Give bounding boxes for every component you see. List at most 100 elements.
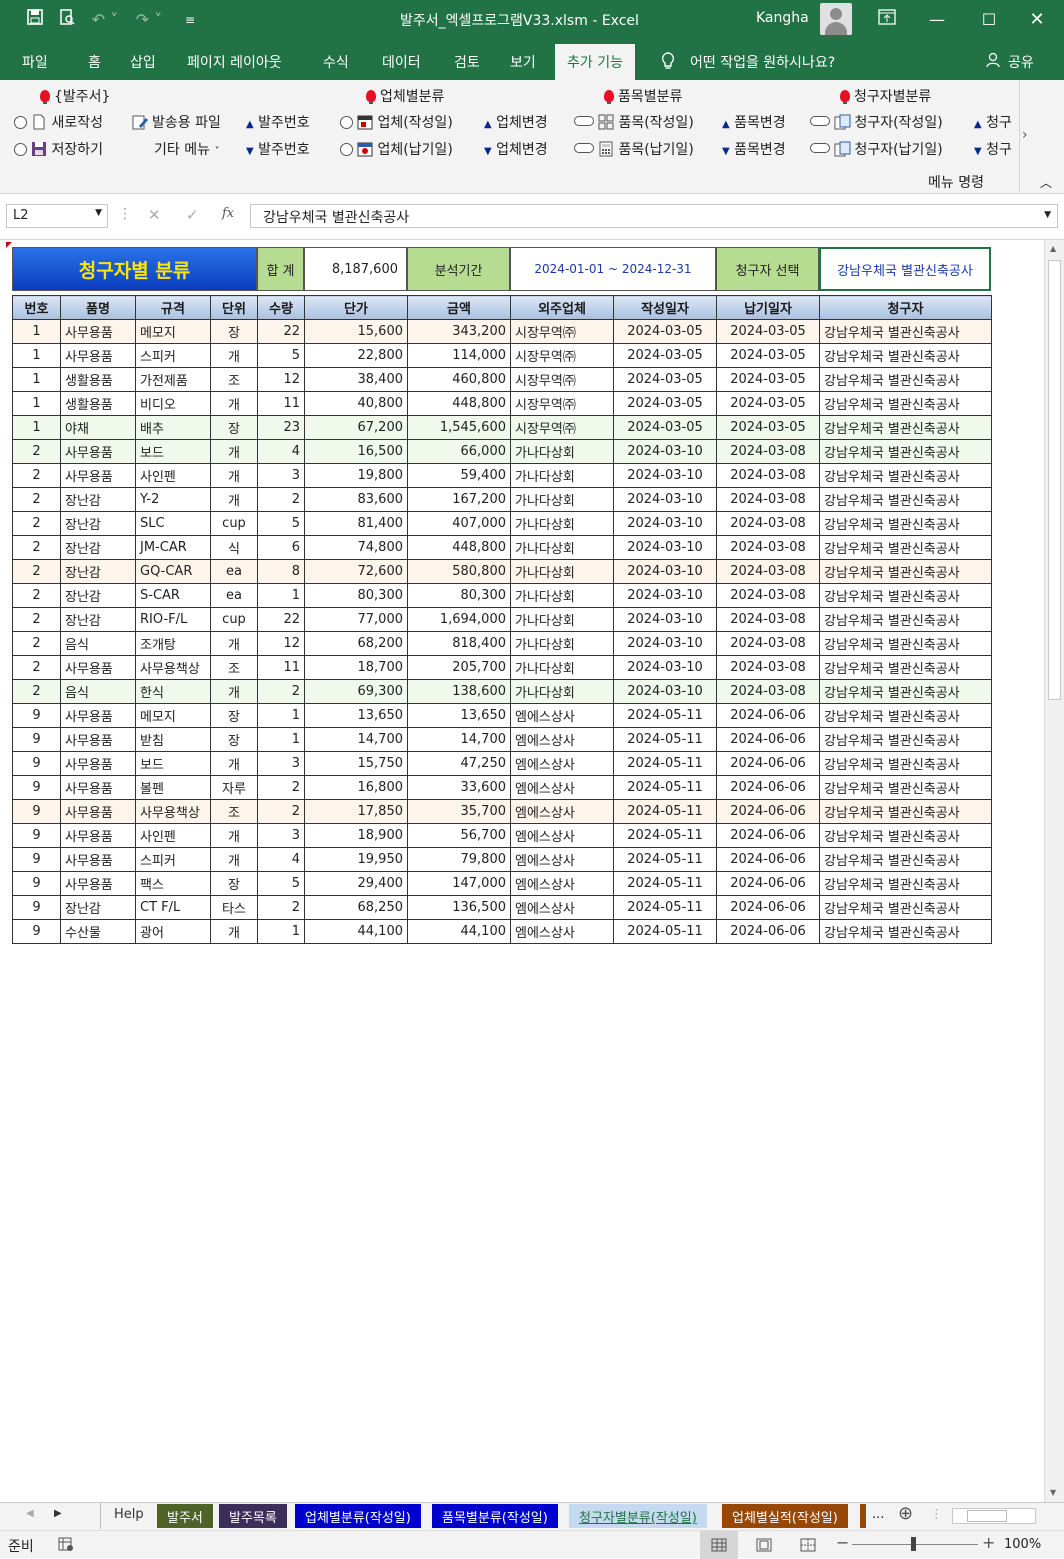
table-cell[interactable]: 가나다상회 bbox=[510, 463, 614, 488]
table-cell[interactable]: 2 bbox=[12, 535, 61, 560]
table-cell[interactable]: 80,300 bbox=[304, 583, 408, 608]
redo-icon[interactable]: ↷ ˅ bbox=[134, 8, 164, 32]
table-cell[interactable]: 1 bbox=[257, 727, 305, 752]
table-cell[interactable]: 2024-05-11 bbox=[613, 871, 717, 896]
table-cell[interactable]: 407,000 bbox=[407, 511, 511, 536]
table-cell[interactable]: 사무용품 bbox=[60, 703, 136, 728]
sheet-tab-help[interactable]: Help bbox=[104, 1504, 154, 1528]
table-cell[interactable]: 35,700 bbox=[407, 799, 511, 824]
table-cell[interactable]: 1 bbox=[12, 415, 61, 440]
table-cell[interactable]: 15,600 bbox=[304, 319, 408, 344]
table-cell[interactable]: 9 bbox=[12, 895, 61, 920]
table-cell[interactable]: 강남우체국 별관신축공사 bbox=[819, 775, 992, 800]
zoom-slider-thumb[interactable] bbox=[911, 1537, 916, 1551]
table-cell[interactable]: 강남우체국 별관신축공사 bbox=[819, 559, 992, 584]
table-cell[interactable]: 12 bbox=[257, 631, 305, 656]
table-cell[interactable]: 강남우체국 별관신축공사 bbox=[819, 895, 992, 920]
table-cell[interactable]: 2 bbox=[12, 463, 61, 488]
print-preview-icon[interactable] bbox=[56, 8, 78, 32]
table-cell[interactable]: 2 bbox=[12, 655, 61, 680]
item-by-created-button[interactable]: 품목(작성일) bbox=[574, 114, 694, 132]
table-cell[interactable]: 메모지 bbox=[135, 319, 211, 344]
tab-home[interactable]: 홈 bbox=[88, 52, 101, 72]
table-cell[interactable]: 11 bbox=[257, 655, 305, 680]
table-cell[interactable]: 배추 bbox=[135, 415, 211, 440]
worksheet[interactable]: 청구자별 분류 합 계 8,187,600 분석기간 2024-01-01 ~ … bbox=[0, 240, 1044, 1502]
table-cell[interactable]: 2 bbox=[12, 559, 61, 584]
table-cell[interactable]: S-CAR bbox=[135, 583, 211, 608]
formula-input[interactable]: 강남우체국 별관신축공사 ▼ bbox=[250, 204, 1058, 228]
scroll-down-icon[interactable]: ▼ bbox=[1050, 1488, 1056, 1497]
table-cell[interactable]: 메모지 bbox=[135, 703, 211, 728]
table-cell[interactable]: 67,200 bbox=[304, 415, 408, 440]
table-cell[interactable]: 40,800 bbox=[304, 391, 408, 416]
close-icon[interactable]: ✕ bbox=[1026, 8, 1048, 32]
table-cell[interactable]: 개 bbox=[210, 679, 258, 704]
table-cell[interactable]: 2024-03-10 bbox=[613, 463, 717, 488]
requester-change-down-button[interactable]: ▼ 청구 bbox=[974, 141, 1020, 161]
expand-formula-icon[interactable]: ▼ bbox=[1044, 210, 1051, 220]
table-cell[interactable]: 18,900 bbox=[304, 823, 408, 848]
table-cell[interactable]: 147,000 bbox=[407, 871, 511, 896]
table-cell[interactable]: 엠에스상사 bbox=[510, 871, 614, 896]
table-cell[interactable]: 13,650 bbox=[407, 703, 511, 728]
table-cell[interactable]: 스피커 bbox=[135, 343, 211, 368]
table-cell[interactable]: SLC bbox=[135, 511, 211, 536]
table-cell[interactable]: 12 bbox=[257, 367, 305, 392]
table-cell[interactable]: 가전제품 bbox=[135, 367, 211, 392]
table-cell[interactable]: 사무용품 bbox=[60, 823, 136, 848]
table-cell[interactable]: 강남우체국 별관신축공사 bbox=[819, 439, 992, 464]
table-cell[interactable]: 19,950 bbox=[304, 847, 408, 872]
table-cell[interactable]: 개 bbox=[210, 823, 258, 848]
table-cell[interactable]: 시장무역㈜ bbox=[510, 367, 614, 392]
item-change-down-button[interactable]: ▼ 품목변경 bbox=[722, 141, 786, 161]
table-cell[interactable]: 비디오 bbox=[135, 391, 211, 416]
tab-scroll-right-icon[interactable]: ▶ bbox=[54, 1508, 62, 1519]
table-cell[interactable]: 6 bbox=[257, 535, 305, 560]
period-value[interactable]: 2024-01-01 ~ 2024-12-31 bbox=[510, 247, 716, 291]
table-cell[interactable]: 167,200 bbox=[407, 487, 511, 512]
table-cell[interactable]: 2024-03-05 bbox=[613, 367, 717, 392]
table-cell[interactable]: 2024-03-10 bbox=[613, 655, 717, 680]
save-icon[interactable] bbox=[24, 8, 46, 32]
table-cell[interactable]: 2024-03-10 bbox=[613, 487, 717, 512]
table-cell[interactable]: cup bbox=[210, 607, 258, 632]
radio-icon[interactable] bbox=[14, 116, 27, 129]
table-cell[interactable]: 68,250 bbox=[304, 895, 408, 920]
normal-view-button[interactable] bbox=[700, 1531, 738, 1559]
table-cell[interactable]: 1,694,000 bbox=[407, 607, 511, 632]
table-cell[interactable]: 2024-06-06 bbox=[716, 823, 820, 848]
table-cell[interactable]: 15,750 bbox=[304, 751, 408, 776]
table-cell[interactable]: 강남우체국 별관신축공사 bbox=[819, 487, 992, 512]
table-cell[interactable]: 16,500 bbox=[304, 439, 408, 464]
h-scroll-thumb[interactable] bbox=[967, 1510, 1007, 1522]
radio-icon[interactable] bbox=[340, 116, 353, 129]
table-cell[interactable]: 19,800 bbox=[304, 463, 408, 488]
toggle-icon[interactable] bbox=[810, 116, 830, 126]
horizontal-scrollbar[interactable] bbox=[952, 1508, 1036, 1524]
item-change-up-button[interactable]: ▲ 품목변경 bbox=[722, 114, 786, 134]
add-sheet-icon[interactable]: ⊕ bbox=[898, 1503, 913, 1524]
share-button[interactable]: 공유 bbox=[1008, 52, 1034, 72]
table-cell[interactable]: 개 bbox=[210, 391, 258, 416]
table-cell[interactable]: 2 bbox=[257, 799, 305, 824]
table-cell[interactable]: 11 bbox=[257, 391, 305, 416]
table-cell[interactable]: 강남우체국 별관신축공사 bbox=[819, 679, 992, 704]
requester-select[interactable]: 강남우체국 별관신축공사 bbox=[819, 247, 991, 291]
table-cell[interactable]: 개 bbox=[210, 847, 258, 872]
table-cell[interactable]: 14,700 bbox=[304, 727, 408, 752]
sheet-tab-partial[interactable] bbox=[860, 1504, 866, 1528]
table-cell[interactable]: 가나다상회 bbox=[510, 655, 614, 680]
table-cell[interactable]: 음식 bbox=[60, 631, 136, 656]
table-cell[interactable]: 205,700 bbox=[407, 655, 511, 680]
table-cell[interactable]: 9 bbox=[12, 823, 61, 848]
table-cell[interactable]: 2024-06-06 bbox=[716, 751, 820, 776]
table-cell[interactable]: 강남우체국 별관신축공사 bbox=[819, 751, 992, 776]
table-cell[interactable]: 9 bbox=[12, 871, 61, 896]
table-cell[interactable]: 엠에스상사 bbox=[510, 895, 614, 920]
table-cell[interactable]: JM-CAR bbox=[135, 535, 211, 560]
table-cell[interactable]: 가나다상회 bbox=[510, 511, 614, 536]
table-cell[interactable]: 2024-06-06 bbox=[716, 727, 820, 752]
sheet-tab-vendor-results[interactable]: 업체별실적(작성일) bbox=[722, 1504, 848, 1528]
table-cell[interactable]: 2024-03-05 bbox=[613, 391, 717, 416]
